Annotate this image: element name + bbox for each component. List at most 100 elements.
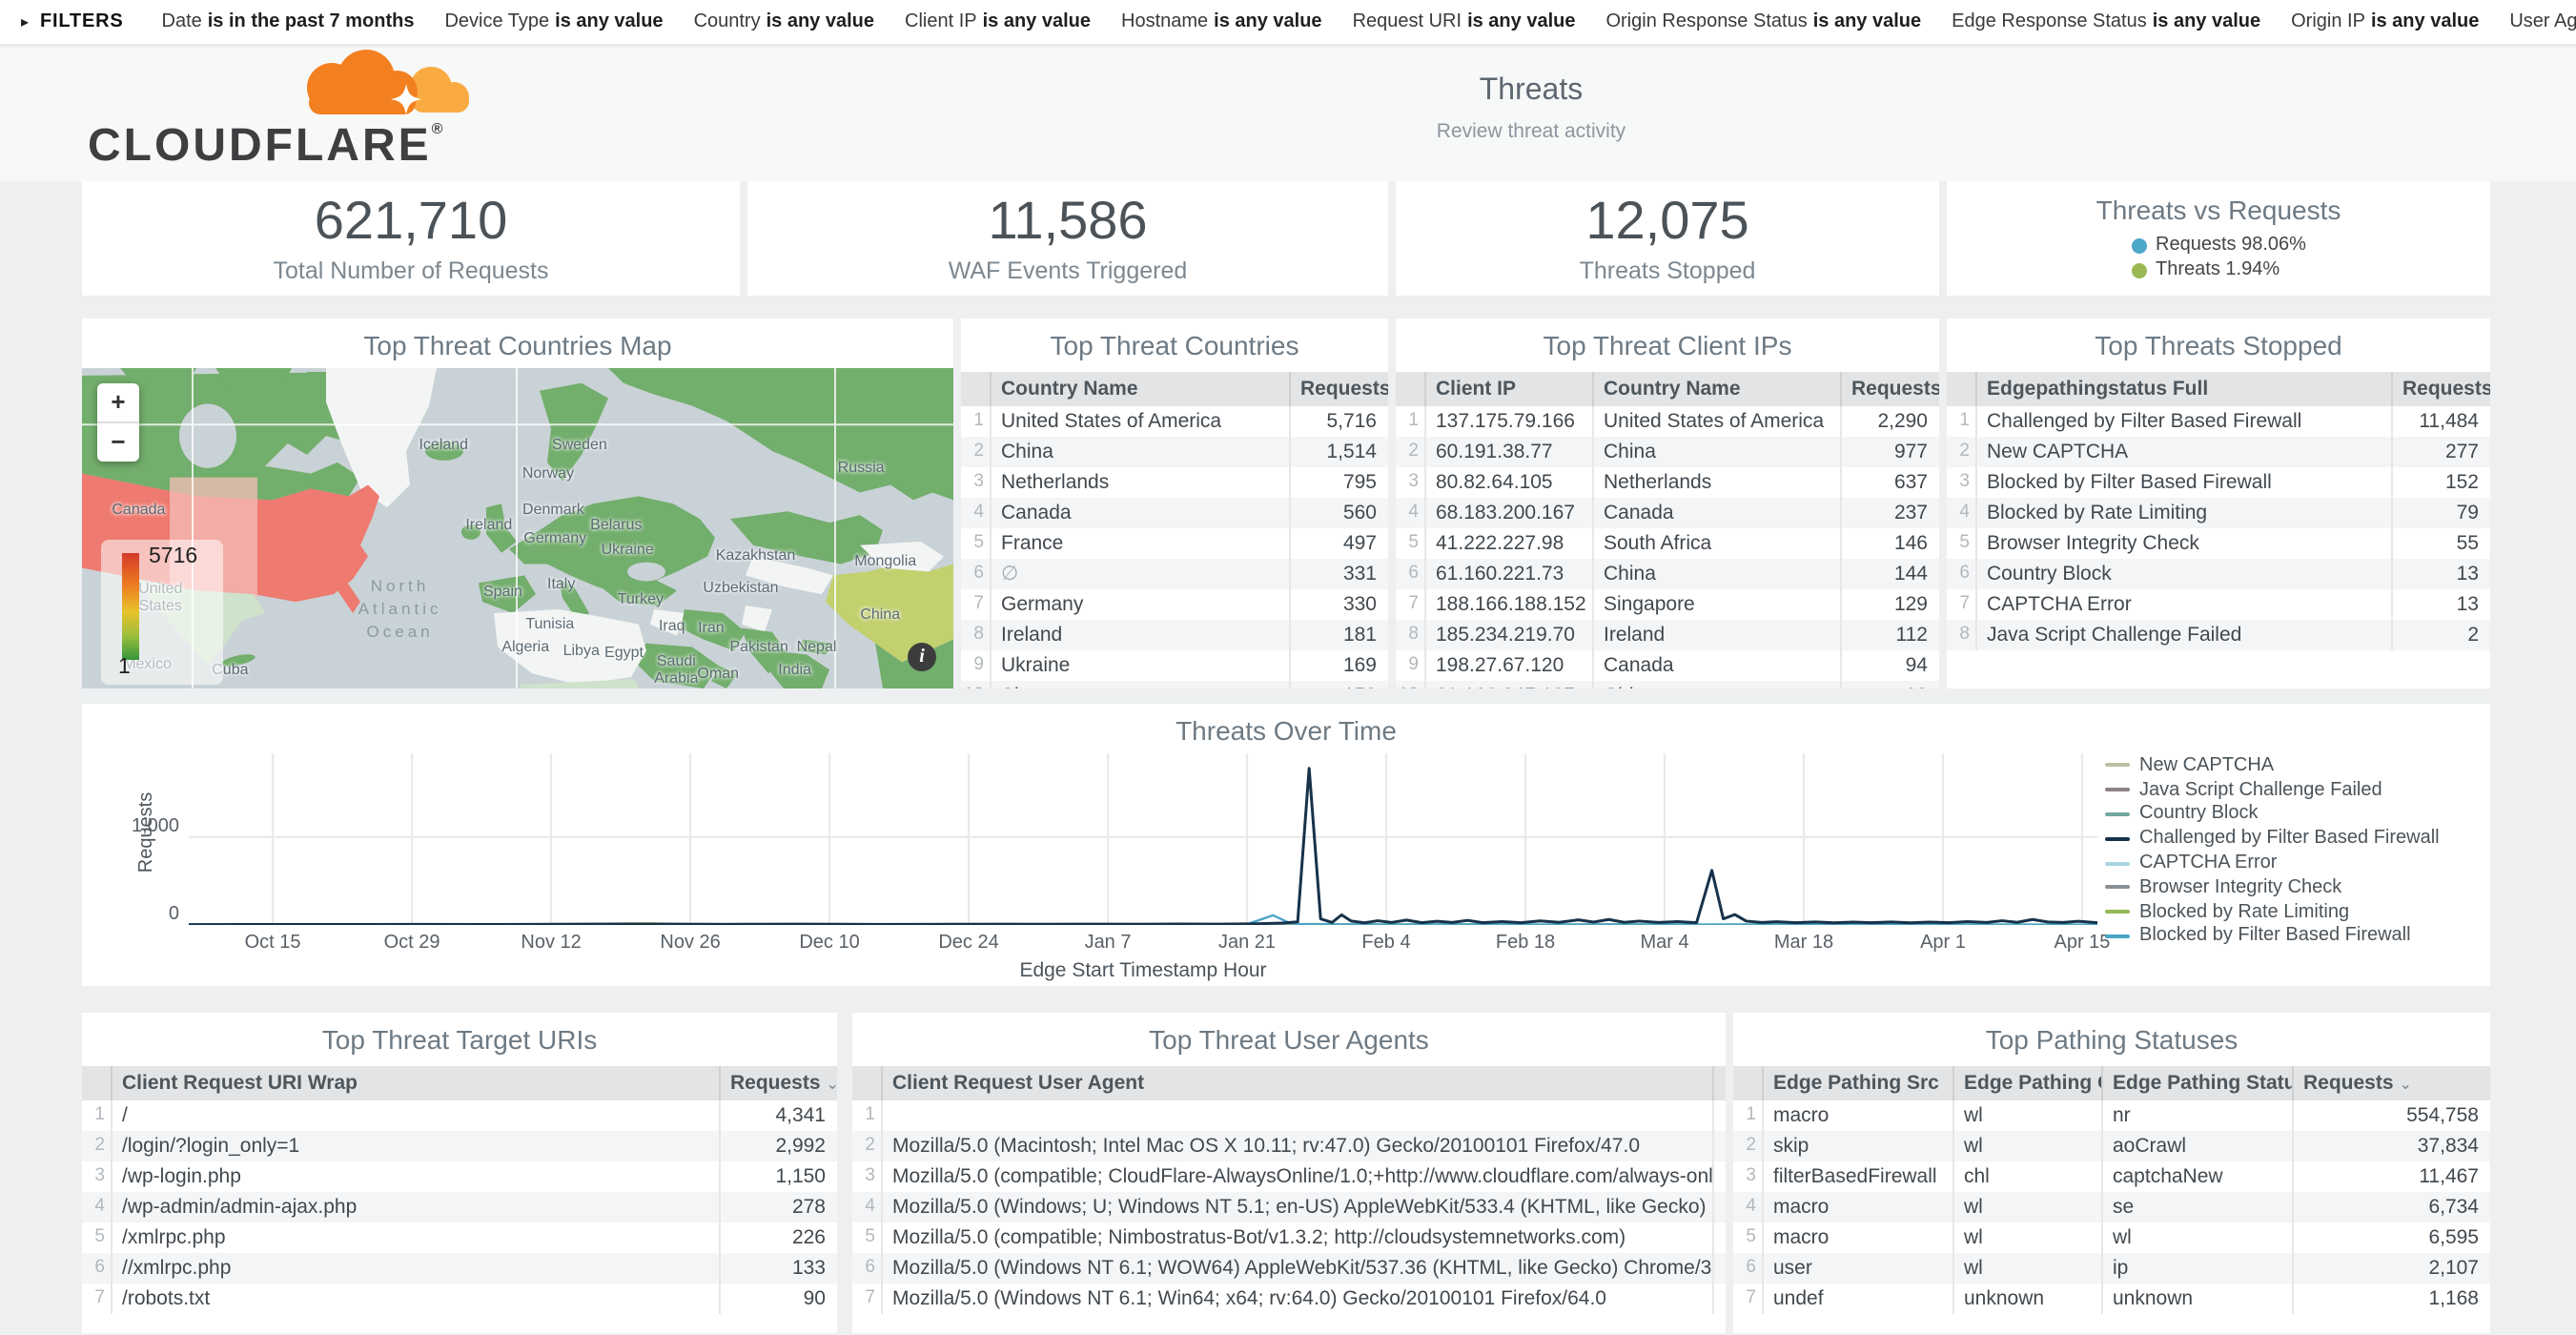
table-cell: /xmlrpc.php: [111, 1222, 719, 1253]
page-header: CLOUDFLARE® Threats Review threat activi…: [0, 48, 2576, 181]
filters-expand-icon[interactable]: ▸: [21, 13, 29, 31]
table-row: 8Ireland181: [961, 620, 1388, 650]
column-header-requests[interactable]: Requests⌄: [1289, 372, 1388, 406]
table-cell: 94: [1840, 650, 1939, 681]
column-header-requests[interactable]: Requests⌄: [2391, 372, 2490, 406]
column-header-requests[interactable]: Requests⌄: [1840, 372, 1939, 406]
row-index: 9: [1396, 650, 1424, 681]
table-row: 1macrowlnr554,758: [1733, 1100, 2490, 1131]
column-header-requests[interactable]: Requests⌄: [719, 1066, 837, 1100]
table-row: 7undefunknownunknown1,168: [1733, 1284, 2490, 1314]
series-challenged-by-filter-based-firewall: [189, 769, 2097, 925]
table-cell: 37,834: [2292, 1131, 2490, 1161]
table-row: 3Mozilla/5.0 (compatible; CloudFlare-Alw…: [852, 1161, 1726, 1192]
filter-chip[interactable]: Request URIis any value: [1353, 11, 1576, 32]
filter-field-label: Client IP: [905, 11, 977, 32]
table-cell: Ireland: [990, 620, 1289, 650]
table-cell: captchaNew: [2101, 1161, 2292, 1192]
row-index: 1: [82, 1100, 111, 1131]
table-row: 1061.160.247.127China88: [1396, 681, 1939, 688]
table-row: 7Germany330: [961, 589, 1388, 620]
table-cell: France: [990, 528, 1289, 559]
map-label: Russia: [838, 459, 885, 476]
x-tick-label: Feb 4: [1361, 933, 1410, 954]
table-cell: Canada: [990, 498, 1289, 528]
table-row: 2China1,514: [961, 437, 1388, 467]
table-header-row: Client Request User Agent: [852, 1066, 1726, 1100]
filter-chip[interactable]: Countryis any value: [694, 11, 874, 32]
table-cell: Mozilla/5.0 (compatible; CloudFlare-Alwa…: [881, 1161, 1712, 1192]
filter-chip[interactable]: Origin IPis any value: [2291, 11, 2479, 32]
table-cell: aoCrawl: [2101, 1131, 2292, 1161]
map-label: Oman: [697, 664, 739, 681]
map-zoom-control: + −: [97, 383, 139, 462]
top-pathing-statuses-panel: Top Pathing Statuses Edge Pathing SrcEdg…: [1733, 1013, 2490, 1333]
column-header-client-request-uri-wrap: Client Request URI Wrap: [111, 1066, 719, 1100]
top-threat-target-uris-table: Client Request URI WrapRequests⌄1/4,3412…: [82, 1066, 837, 1314]
zoom-in-button[interactable]: +: [97, 383, 139, 421]
filter-chip[interactable]: User Agentis any value: [2509, 11, 2576, 32]
stat-label: WAF Events Triggered: [747, 257, 1388, 284]
top-threat-client-ips-panel: Top Threat Client IPs Client IPCountry N…: [1396, 318, 1939, 688]
table-cell: /: [111, 1100, 719, 1131]
table-cell: 637: [1840, 467, 1939, 498]
table-cell: China: [990, 437, 1289, 467]
row-index: 2: [1947, 437, 1975, 467]
table-cell: Canada: [1592, 650, 1840, 681]
top-threat-countries-table: Country NameRequests⌄1United States of A…: [961, 372, 1388, 688]
filter-chip[interactable]: Edge Response Statusis any value: [1952, 11, 2260, 32]
x-tick-label: Apr 1: [1920, 933, 1966, 954]
row-index-header: [1733, 1066, 1762, 1100]
zoom-out-button[interactable]: −: [97, 421, 139, 462]
chart-legend-label: New CAPTCHA: [2139, 755, 2274, 776]
table-cell: unknown: [2101, 1284, 2292, 1314]
table-cell: Canada: [1592, 498, 1840, 528]
table-cell: filterBasedFirewall: [1762, 1161, 1952, 1192]
table-cell: /login/?login_only=1: [111, 1131, 719, 1161]
x-tick-label: Oct 29: [384, 933, 440, 954]
table-cell: 226: [719, 1222, 837, 1253]
chart-legend-label: Blocked by Filter Based Firewall: [2139, 926, 2411, 947]
filter-chip[interactable]: Dateis in the past 7 months: [162, 11, 415, 32]
filter-chip[interactable]: Hostnameis any value: [1121, 11, 1322, 32]
filter-chip[interactable]: Device Typeis any value: [444, 11, 663, 32]
stat-card-waf-events: 11,586 WAF Events Triggered: [747, 181, 1388, 296]
stat-value: 12,075: [1396, 191, 1939, 252]
stat-label: Threats Stopped: [1396, 257, 1939, 284]
table-cell: Netherlands: [990, 467, 1289, 498]
table-cell: 144: [1840, 559, 1939, 589]
column-header-requests[interactable]: Requests⌄: [2292, 1066, 2490, 1100]
filter-chip[interactable]: Origin Response Statusis any value: [1605, 11, 1921, 32]
map-label: North Atlantic Ocean: [358, 574, 442, 643]
row-index: 1: [852, 1100, 881, 1131]
legend-dot-icon: [2131, 262, 2146, 277]
table-cell: 181: [1289, 620, 1388, 650]
row-index: 3: [1396, 467, 1424, 498]
filters-button[interactable]: FILTERS: [40, 11, 123, 32]
chart-legend: New CAPTCHAJava Script Challenge FailedC…: [2105, 753, 2475, 949]
row-index: 2: [1733, 1131, 1762, 1161]
table-row: 468.183.200.167Canada237: [1396, 498, 1939, 528]
table-cell: ∅: [990, 559, 1289, 589]
top-threat-countries-panel: Top Threat Countries Country NameRequest…: [961, 318, 1388, 688]
table-cell: 5,716: [1289, 406, 1388, 437]
map-label: Algeria: [501, 638, 549, 655]
x-axis-label: Edge Start Timestamp Hour: [189, 959, 2097, 982]
legend-line-icon: [2105, 764, 2130, 768]
map-label: Egypt: [604, 644, 644, 661]
chart-legend-item: Country Block: [2105, 802, 2475, 827]
legend-line-icon: [2105, 861, 2130, 865]
row-index: 1: [1396, 406, 1424, 437]
table-cell: 13: [2391, 559, 2490, 589]
map-info-button[interactable]: i: [908, 643, 936, 671]
header-titles: Threats Review threat activity: [505, 74, 2557, 143]
table-cell: 497: [1289, 528, 1388, 559]
table-row: 2/login/?login_only=12,992: [82, 1131, 837, 1161]
table-row: 380.82.64.105Netherlands637: [1396, 467, 1939, 498]
row-index: 8: [961, 620, 990, 650]
top-threat-client-ips-table: Client IPCountry NameRequests⌄1137.175.7…: [1396, 372, 1939, 688]
world-map[interactable]: CanadaUnited StatesMexicoCubaIcelandIrel…: [82, 368, 953, 688]
x-tick-label: Feb 18: [1496, 933, 1555, 954]
filter-chip[interactable]: Client IPis any value: [905, 11, 1091, 32]
table-cell: Blocked by Rate Limiting: [1975, 498, 2391, 528]
